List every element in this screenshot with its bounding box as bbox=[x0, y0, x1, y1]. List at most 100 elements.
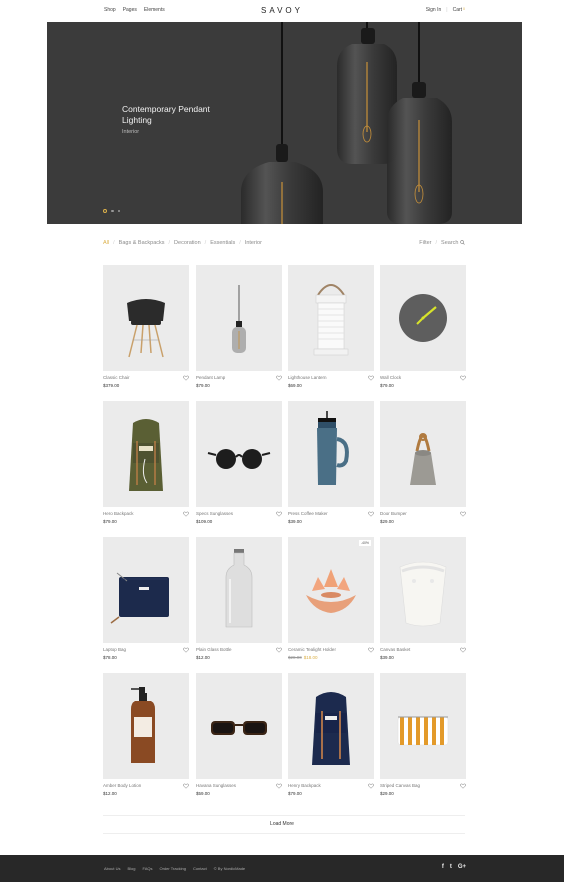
product-card[interactable]: Classic Chair $379.00 bbox=[103, 265, 189, 388]
product-image[interactable] bbox=[103, 673, 189, 779]
category-decoration[interactable]: Decoration bbox=[174, 240, 201, 246]
product-image[interactable] bbox=[196, 537, 282, 643]
wishlist-heart-icon[interactable] bbox=[368, 511, 374, 517]
product-image[interactable] bbox=[380, 265, 466, 371]
product-image[interactable] bbox=[196, 401, 282, 507]
product-card[interactable]: Pendant Lamp $79.00 bbox=[196, 265, 282, 388]
backpack-olive-icon bbox=[129, 419, 163, 491]
product-price: $78.00 bbox=[103, 655, 189, 660]
footer-link-about[interactable]: About Us bbox=[104, 866, 120, 871]
product-card[interactable]: Specs Sunglasses $109.00 bbox=[196, 401, 282, 524]
search-button[interactable]: Search bbox=[441, 240, 465, 246]
hero-title: Contemporary Pendant Lighting bbox=[122, 104, 210, 125]
wishlist-heart-icon[interactable] bbox=[460, 783, 466, 789]
twitter-icon[interactable]: t bbox=[450, 864, 452, 870]
price-value: $29.00 bbox=[380, 519, 394, 524]
site-logo[interactable]: SAVOY bbox=[0, 6, 564, 15]
footer-link-order-tracking[interactable]: Order Tracking bbox=[159, 866, 185, 871]
product-image[interactable] bbox=[380, 401, 466, 507]
wishlist-heart-icon[interactable] bbox=[183, 783, 189, 789]
lotion-bottle-icon bbox=[131, 687, 155, 763]
product-name[interactable]: Hero Backpack bbox=[103, 511, 189, 517]
product-name[interactable]: Laptop Bag bbox=[103, 647, 189, 653]
footer-link-faqs[interactable]: FAQs bbox=[142, 866, 152, 871]
wishlist-heart-icon[interactable] bbox=[460, 647, 466, 653]
footer-link-blog[interactable]: Blog bbox=[127, 866, 135, 871]
product-image[interactable] bbox=[288, 265, 374, 371]
product-card[interactable]: Door Bumper $29.00 bbox=[380, 401, 466, 524]
product-card[interactable]: Press Coffee Maker $39.00 bbox=[288, 401, 374, 524]
product-image[interactable] bbox=[103, 401, 189, 507]
product-card[interactable]: Hero Backpack $79.00 bbox=[103, 401, 189, 524]
hero-subtitle[interactable]: Interior bbox=[122, 129, 139, 135]
wishlist-heart-icon[interactable] bbox=[368, 783, 374, 789]
divider bbox=[103, 833, 465, 834]
product-name[interactable]: Ceramic Tealight Holder bbox=[288, 647, 374, 653]
sign-in-link[interactable]: Sign In bbox=[426, 7, 442, 13]
product-card[interactable]: Havana Sunglasses $59.00 bbox=[196, 673, 282, 796]
wishlist-heart-icon[interactable] bbox=[276, 511, 282, 517]
product-name[interactable]: Pendant Lamp bbox=[196, 375, 282, 381]
product-price: $28.00 $18.00 bbox=[288, 655, 374, 660]
product-image[interactable]: -40% bbox=[288, 537, 374, 643]
wishlist-heart-icon[interactable] bbox=[183, 375, 189, 381]
product-name[interactable]: Door Bumper bbox=[380, 511, 466, 517]
slider-dot[interactable] bbox=[117, 209, 120, 213]
product-image[interactable] bbox=[196, 265, 282, 371]
product-image[interactable] bbox=[380, 673, 466, 779]
product-card[interactable]: Laptop Bag $78.00 bbox=[103, 537, 189, 660]
category-interior[interactable]: Interior bbox=[245, 240, 262, 246]
product-card[interactable]: -40% Ceramic Tealight Holder $28.00 $18.00 bbox=[288, 537, 374, 660]
product-card[interactable]: Lighthouse Lantern $69.00 bbox=[288, 265, 374, 388]
product-name[interactable]: Classic Chair bbox=[103, 375, 189, 381]
product-name[interactable]: Henry Backpack bbox=[288, 783, 374, 789]
slider-dot-active[interactable] bbox=[103, 209, 107, 213]
wishlist-heart-icon[interactable] bbox=[276, 783, 282, 789]
category-all[interactable]: All bbox=[103, 240, 109, 246]
account-nav: Sign In | Cart0 bbox=[426, 7, 465, 13]
product-name[interactable]: Havana Sunglasses bbox=[196, 783, 282, 789]
product-card[interactable]: Striped Canvas Bag $29.00 bbox=[380, 673, 466, 796]
filter-button[interactable]: Filter bbox=[419, 240, 431, 246]
product-image[interactable] bbox=[103, 537, 189, 643]
door-bumper-icon bbox=[410, 433, 436, 485]
category-essentials[interactable]: Essentials bbox=[210, 240, 235, 246]
price-value: $59.00 bbox=[196, 791, 210, 796]
product-image[interactable] bbox=[380, 537, 466, 643]
product-price: $12.00 bbox=[196, 655, 282, 660]
footer-link-contact[interactable]: Contact bbox=[193, 866, 207, 871]
product-name[interactable]: Amber Body Lotion bbox=[103, 783, 189, 789]
wishlist-heart-icon[interactable] bbox=[460, 375, 466, 381]
wishlist-heart-icon[interactable] bbox=[368, 647, 374, 653]
wishlist-heart-icon[interactable] bbox=[276, 375, 282, 381]
product-card[interactable]: Henry Backpack $79.00 bbox=[288, 673, 374, 796]
google-plus-icon[interactable]: G+ bbox=[458, 864, 466, 870]
wishlist-heart-icon[interactable] bbox=[276, 647, 282, 653]
hero-slider[interactable]: Contemporary Pendant Lighting Interior bbox=[47, 22, 522, 224]
slider-dot[interactable] bbox=[111, 209, 114, 213]
wishlist-heart-icon[interactable] bbox=[183, 511, 189, 517]
product-name[interactable]: Striped Canvas Bag bbox=[380, 783, 466, 789]
wishlist-heart-icon[interactable] bbox=[183, 647, 189, 653]
product-price: $12.00 bbox=[103, 791, 189, 796]
category-bags-backpacks[interactable]: Bags & Backpacks bbox=[119, 240, 165, 246]
wishlist-heart-icon[interactable] bbox=[460, 511, 466, 517]
product-name[interactable]: Specs Sunglasses bbox=[196, 511, 282, 517]
product-name[interactable]: Press Coffee Maker bbox=[288, 511, 374, 517]
product-name[interactable]: Lighthouse Lantern bbox=[288, 375, 374, 381]
product-card[interactable]: Amber Body Lotion $12.00 bbox=[103, 673, 189, 796]
product-image[interactable] bbox=[288, 673, 374, 779]
cart-link[interactable]: Cart0 bbox=[453, 7, 465, 13]
product-name[interactable]: Plain Glass Bottle bbox=[196, 647, 282, 653]
product-card[interactable]: Wall Clock $79.00 bbox=[380, 265, 466, 388]
product-card[interactable]: Canvas Basket $39.00 bbox=[380, 537, 466, 660]
product-card[interactable]: Plain Glass Bottle $12.00 bbox=[196, 537, 282, 660]
load-more-button[interactable]: Load More bbox=[0, 821, 564, 827]
product-name[interactable]: Wall Clock bbox=[380, 375, 466, 381]
facebook-icon[interactable]: f bbox=[442, 864, 444, 870]
wishlist-heart-icon[interactable] bbox=[368, 375, 374, 381]
product-name[interactable]: Canvas Basket bbox=[380, 647, 466, 653]
product-image[interactable] bbox=[196, 673, 282, 779]
product-image[interactable] bbox=[288, 401, 374, 507]
product-image[interactable] bbox=[103, 265, 189, 371]
